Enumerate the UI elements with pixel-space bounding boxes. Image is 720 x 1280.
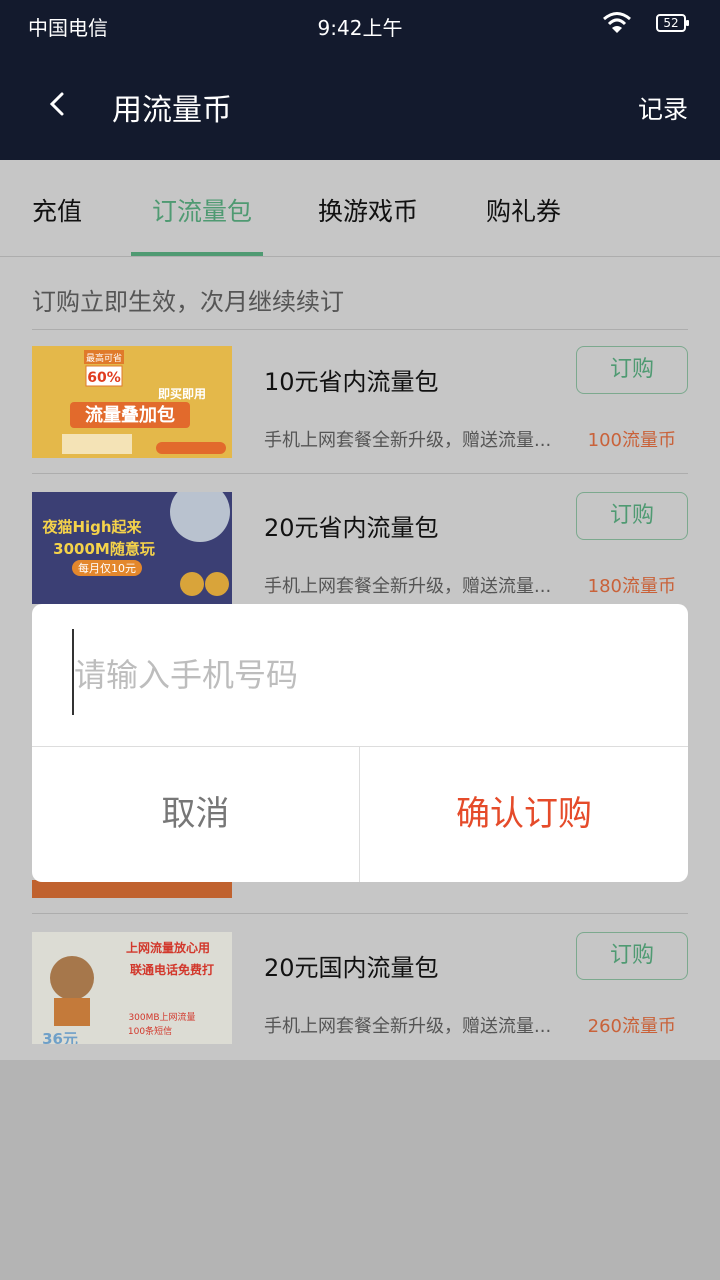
package-thumbnail: 夜猫High起来 3000M随意玩 每月仅10元 xyxy=(32,492,232,604)
banner-line4: 100条短信 xyxy=(128,1025,172,1037)
divider xyxy=(32,473,688,474)
package-thumbnail-partial xyxy=(32,880,232,898)
app-bar: 用流量币 记录 xyxy=(0,52,720,160)
phone-input-wrapper xyxy=(32,604,688,747)
divider xyxy=(32,913,688,914)
record-link[interactable]: 记录 xyxy=(638,90,688,126)
phone-number-input[interactable] xyxy=(72,644,656,706)
list-item[interactable]: 上网流量放心用 联通电话免费打 300MB上网流量 100条短信 36元 20元… xyxy=(0,916,720,1056)
item-description: 手机上网套餐全新升级，赠送流量... xyxy=(264,430,552,451)
notice-text: 订购立即生效，次月继续续订 xyxy=(32,288,344,316)
phone-input-dialog: 取消 确认订购 xyxy=(32,604,688,882)
active-tab-indicator xyxy=(131,252,263,256)
overlay-background[interactable] xyxy=(0,1060,720,1280)
tab-recharge[interactable]: 充值 xyxy=(32,192,82,228)
tab-game-coins[interactable]: 换游戏币 xyxy=(318,192,418,228)
banner-corner: 36元 xyxy=(42,1030,78,1044)
cancel-button[interactable]: 取消 xyxy=(32,746,360,882)
item-title: 10元省内流量包 xyxy=(264,368,439,396)
banner-line1: 夜猫High起来 xyxy=(41,518,142,536)
list-item[interactable]: 夜猫High起来 3000M随意玩 每月仅10元 20元省内流量包 手机上网套餐… xyxy=(0,476,720,616)
item-price: 180流量币 xyxy=(587,576,676,597)
subscribe-button[interactable]: 订购 xyxy=(576,932,688,980)
package-thumbnail: 上网流量放心用 联通电话免费打 300MB上网流量 100条短信 36元 xyxy=(32,932,232,1044)
page-title: 用流量币 xyxy=(112,93,232,128)
list-item[interactable]: 最高可省 60% 即买即用 流量叠加包 10元省内流量包 手机上网套餐全新升级，… xyxy=(0,330,720,470)
item-price: 100流量币 xyxy=(587,430,676,451)
wifi-icon xyxy=(603,12,631,33)
item-price: 260流量币 xyxy=(587,1016,676,1037)
banner-percent: 60% xyxy=(87,370,121,386)
battery-icon: 52 xyxy=(656,14,689,32)
back-arrow-icon[interactable] xyxy=(40,84,76,124)
banner-title: 流量叠加包 xyxy=(85,404,175,426)
tab-data-package[interactable]: 订流量包 xyxy=(152,192,252,228)
banner-badge: 最高可省 xyxy=(86,352,122,364)
item-description: 手机上网套餐全新升级，赠送流量... xyxy=(264,1016,552,1037)
tab-bar: 充值 订流量包 换游戏币 购礼券 xyxy=(0,160,720,257)
item-title: 20元国内流量包 xyxy=(264,954,439,982)
item-title: 20元省内流量包 xyxy=(264,514,439,542)
confirm-subscribe-button[interactable]: 确认订购 xyxy=(360,746,688,882)
tab-gift-voucher[interactable]: 购礼券 xyxy=(486,192,561,228)
banner-line2: 3000M随意玩 xyxy=(53,540,155,558)
status-bar: 中国电信 9:42上午 52 xyxy=(0,0,720,52)
banner-line2: 联通电话免费打 xyxy=(130,962,214,977)
banner-line3: 300MB上网流量 xyxy=(128,1011,195,1023)
subscribe-button[interactable]: 订购 xyxy=(576,492,688,540)
package-thumbnail: 最高可省 60% 即买即用 流量叠加包 xyxy=(32,346,232,458)
banner-line3: 每月仅10元 xyxy=(78,561,136,575)
item-description: 手机上网套餐全新升级，赠送流量... xyxy=(264,576,552,597)
banner-slogan: 即买即用 xyxy=(158,387,206,401)
banner-line1: 上网流量放心用 xyxy=(126,940,210,955)
subscribe-button[interactable]: 订购 xyxy=(576,346,688,394)
